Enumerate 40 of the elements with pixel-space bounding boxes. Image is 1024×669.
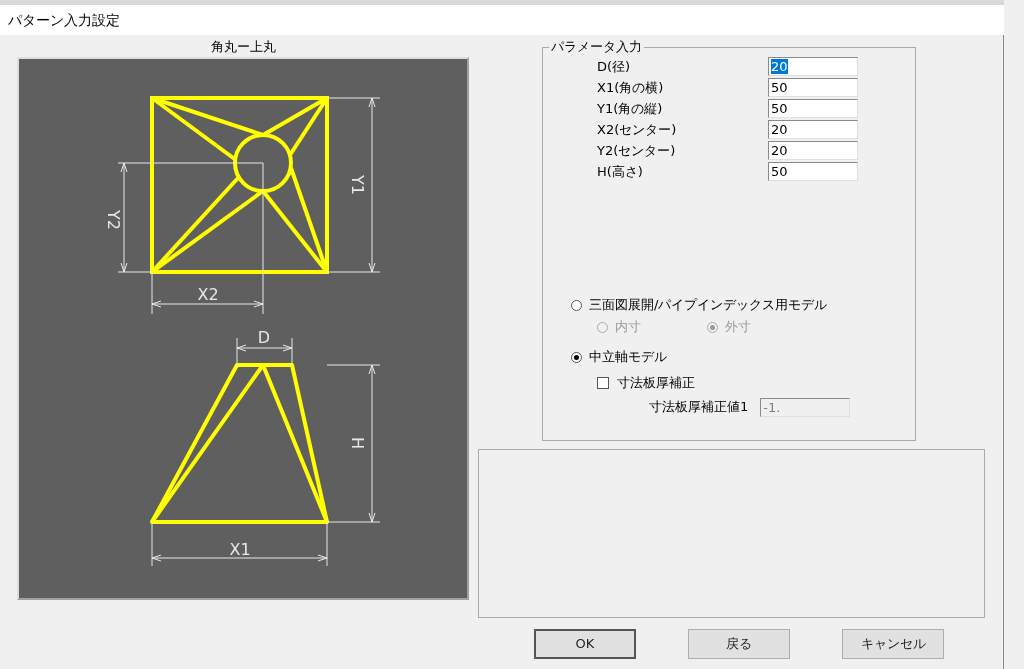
dimension-arrow [236, 344, 293, 352]
radio-label: 三面図展開/パイプインデックス用モデル [589, 296, 828, 315]
dimension-label: H [347, 437, 367, 449]
radio-label: 中立軸モデル [589, 348, 667, 367]
dimension-label: X1 [229, 539, 251, 559]
radio-button[interactable] [571, 299, 582, 311]
dialog-button[interactable]: 戻る [688, 629, 790, 659]
field-label: D(径) [597, 57, 632, 76]
dimension-label: Y2 [103, 210, 123, 230]
radio-label: 内寸 [615, 318, 641, 337]
window-title: パターン入力設定 [0, 0, 1004, 35]
dialog-button[interactable]: OK [534, 629, 636, 659]
dimension-label: X2 [197, 284, 219, 304]
field-label: X1(角の横) [597, 78, 665, 97]
input-field[interactable]: 20 [768, 57, 858, 76]
extension-line [326, 271, 381, 273]
extension-line [326, 364, 381, 366]
field-label: Y1(角の縦) [597, 99, 664, 118]
field-label: 寸法板厚補正値1 [649, 398, 749, 417]
input-field[interactable]: 20 [768, 141, 858, 160]
input-field[interactable]: 50 [768, 99, 858, 118]
group-title: パラメータ入力 [549, 39, 644, 55]
extension-line [326, 97, 381, 99]
input-field[interactable]: 50 [768, 78, 858, 97]
checkbox-label: 寸法板厚補正 [617, 374, 695, 393]
input-field[interactable]: 50 [768, 162, 858, 181]
checkbox[interactable] [597, 377, 609, 389]
field-label: Y2(センター) [597, 141, 677, 160]
dimension-label: D [257, 327, 271, 347]
field-label: X2(センター) [597, 120, 678, 139]
radio-label: 外寸 [725, 318, 751, 337]
extension-line [151, 521, 153, 567]
radio-button[interactable] [571, 351, 582, 363]
input-field[interactable]: 20 [768, 120, 858, 139]
dimension-label: Y1 [347, 175, 367, 195]
extension-line [236, 337, 238, 366]
extension-line [291, 337, 293, 366]
field-label: H(高さ) [597, 162, 644, 181]
dialog-button[interactable]: キャンセル [842, 629, 944, 659]
preview-caption: 角丸ー上丸 [209, 38, 277, 56]
